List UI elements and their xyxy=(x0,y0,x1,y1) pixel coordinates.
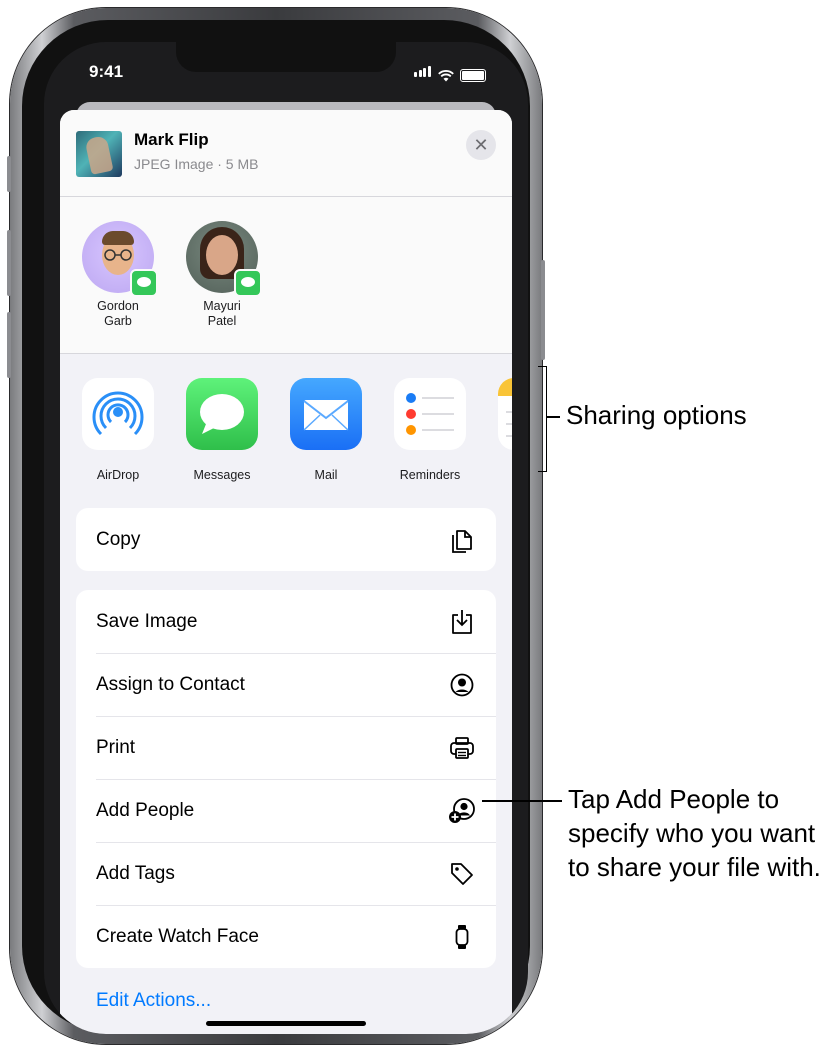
person-name: Gordon Garb xyxy=(97,299,139,328)
action-print[interactable]: Print xyxy=(76,716,496,779)
notes-icon xyxy=(498,378,512,450)
contact-icon xyxy=(448,671,476,699)
home-indicator xyxy=(206,1021,366,1026)
app-label: AirDrop xyxy=(96,468,140,482)
app-label: Messages xyxy=(193,468,251,482)
sharing-options-bracket xyxy=(538,366,547,472)
close-button[interactable]: ✕ xyxy=(466,130,496,160)
app-reminders[interactable]: Reminders xyxy=(380,378,480,482)
action-label: Copy xyxy=(96,528,141,550)
status-time: 9:41 xyxy=(89,62,124,81)
watch-icon xyxy=(448,923,476,951)
avatar xyxy=(82,221,158,297)
share-sheet: Mark Flip JPEG Image · 5 MB ✕ Gordon Gar… xyxy=(60,110,512,1034)
cellular-signal-icon xyxy=(414,64,432,82)
app-mail[interactable]: Mail xyxy=(276,378,376,482)
action-group-main: Save Image Assign to Contact Print Add P… xyxy=(76,590,496,968)
app-notes-partial[interactable] xyxy=(484,378,512,468)
person-name: Mayuri Patel xyxy=(203,299,241,328)
callout-add-people: Tap Add People to specify who you want t… xyxy=(568,784,821,882)
file-title: Mark Flip xyxy=(134,130,209,149)
screen: 9:41 Mark Flip JPEG Image · 5 MB ✕ Gordo… xyxy=(44,42,528,1034)
messages-icon xyxy=(186,378,258,450)
file-subtitle: JPEG Image · 5 MB xyxy=(134,156,259,172)
action-label: Create Watch Face xyxy=(96,925,259,947)
action-save-image[interactable]: Save Image xyxy=(76,590,496,653)
edit-actions-link[interactable]: Edit Actions... xyxy=(96,990,211,1012)
person-mayuri-patel[interactable]: Mayuri Patel xyxy=(172,221,272,329)
battery-icon xyxy=(460,69,486,82)
file-thumbnail xyxy=(76,131,122,177)
action-label: Print xyxy=(96,736,136,758)
add-people-leader-line xyxy=(482,800,562,802)
action-assign-to-contact[interactable]: Assign to Contact xyxy=(76,653,496,716)
mute-switch xyxy=(7,156,11,192)
add-people-icon xyxy=(448,797,476,825)
person-gordon-garb[interactable]: Gordon Garb xyxy=(68,221,168,329)
action-label: Add Tags xyxy=(96,862,175,884)
sharing-options-bracket-tick xyxy=(546,416,560,418)
iphone-frame: 9:41 Mark Flip JPEG Image · 5 MB ✕ Gordo… xyxy=(7,8,545,1044)
action-group-copy: Copy xyxy=(76,508,496,571)
save-image-icon xyxy=(448,608,476,636)
people-suggestions-row: Gordon Garb Mayuri Patel xyxy=(60,197,512,354)
action-label: Assign to Contact xyxy=(96,673,245,695)
volume-up-button xyxy=(7,230,11,296)
avatar xyxy=(186,221,262,297)
action-create-watch-face[interactable]: Create Watch Face xyxy=(76,905,496,968)
status-icons xyxy=(414,64,486,82)
mail-icon xyxy=(290,378,362,450)
action-add-tags[interactable]: Add Tags xyxy=(76,842,496,905)
close-icon: ✕ xyxy=(473,135,489,155)
volume-down-button xyxy=(7,312,11,378)
messages-badge-icon xyxy=(234,269,262,297)
action-label: Add People xyxy=(96,799,195,821)
tag-icon xyxy=(448,860,476,888)
action-copy[interactable]: Copy xyxy=(76,508,496,571)
airdrop-icon xyxy=(82,378,154,450)
print-icon xyxy=(448,734,476,762)
wifi-icon xyxy=(438,70,454,82)
app-airdrop[interactable]: AirDrop xyxy=(68,378,168,482)
action-label: Save Image xyxy=(96,610,198,632)
app-label: Mail xyxy=(314,468,338,482)
glasses-icon xyxy=(104,249,132,261)
reminders-icon xyxy=(394,378,466,450)
action-add-people[interactable]: Add People xyxy=(76,779,496,842)
app-messages[interactable]: Messages xyxy=(172,378,272,482)
app-sharing-row: AirDrop Messages Mail Reminders xyxy=(60,354,512,506)
status-bar: 9:41 xyxy=(44,42,528,102)
side-button xyxy=(541,260,545,360)
copy-icon xyxy=(448,526,476,554)
callout-sharing-options: Sharing options xyxy=(566,400,747,430)
messages-badge-icon xyxy=(130,269,158,297)
share-sheet-header: Mark Flip JPEG Image · 5 MB ✕ xyxy=(60,110,512,197)
app-label: Reminders xyxy=(399,468,461,482)
